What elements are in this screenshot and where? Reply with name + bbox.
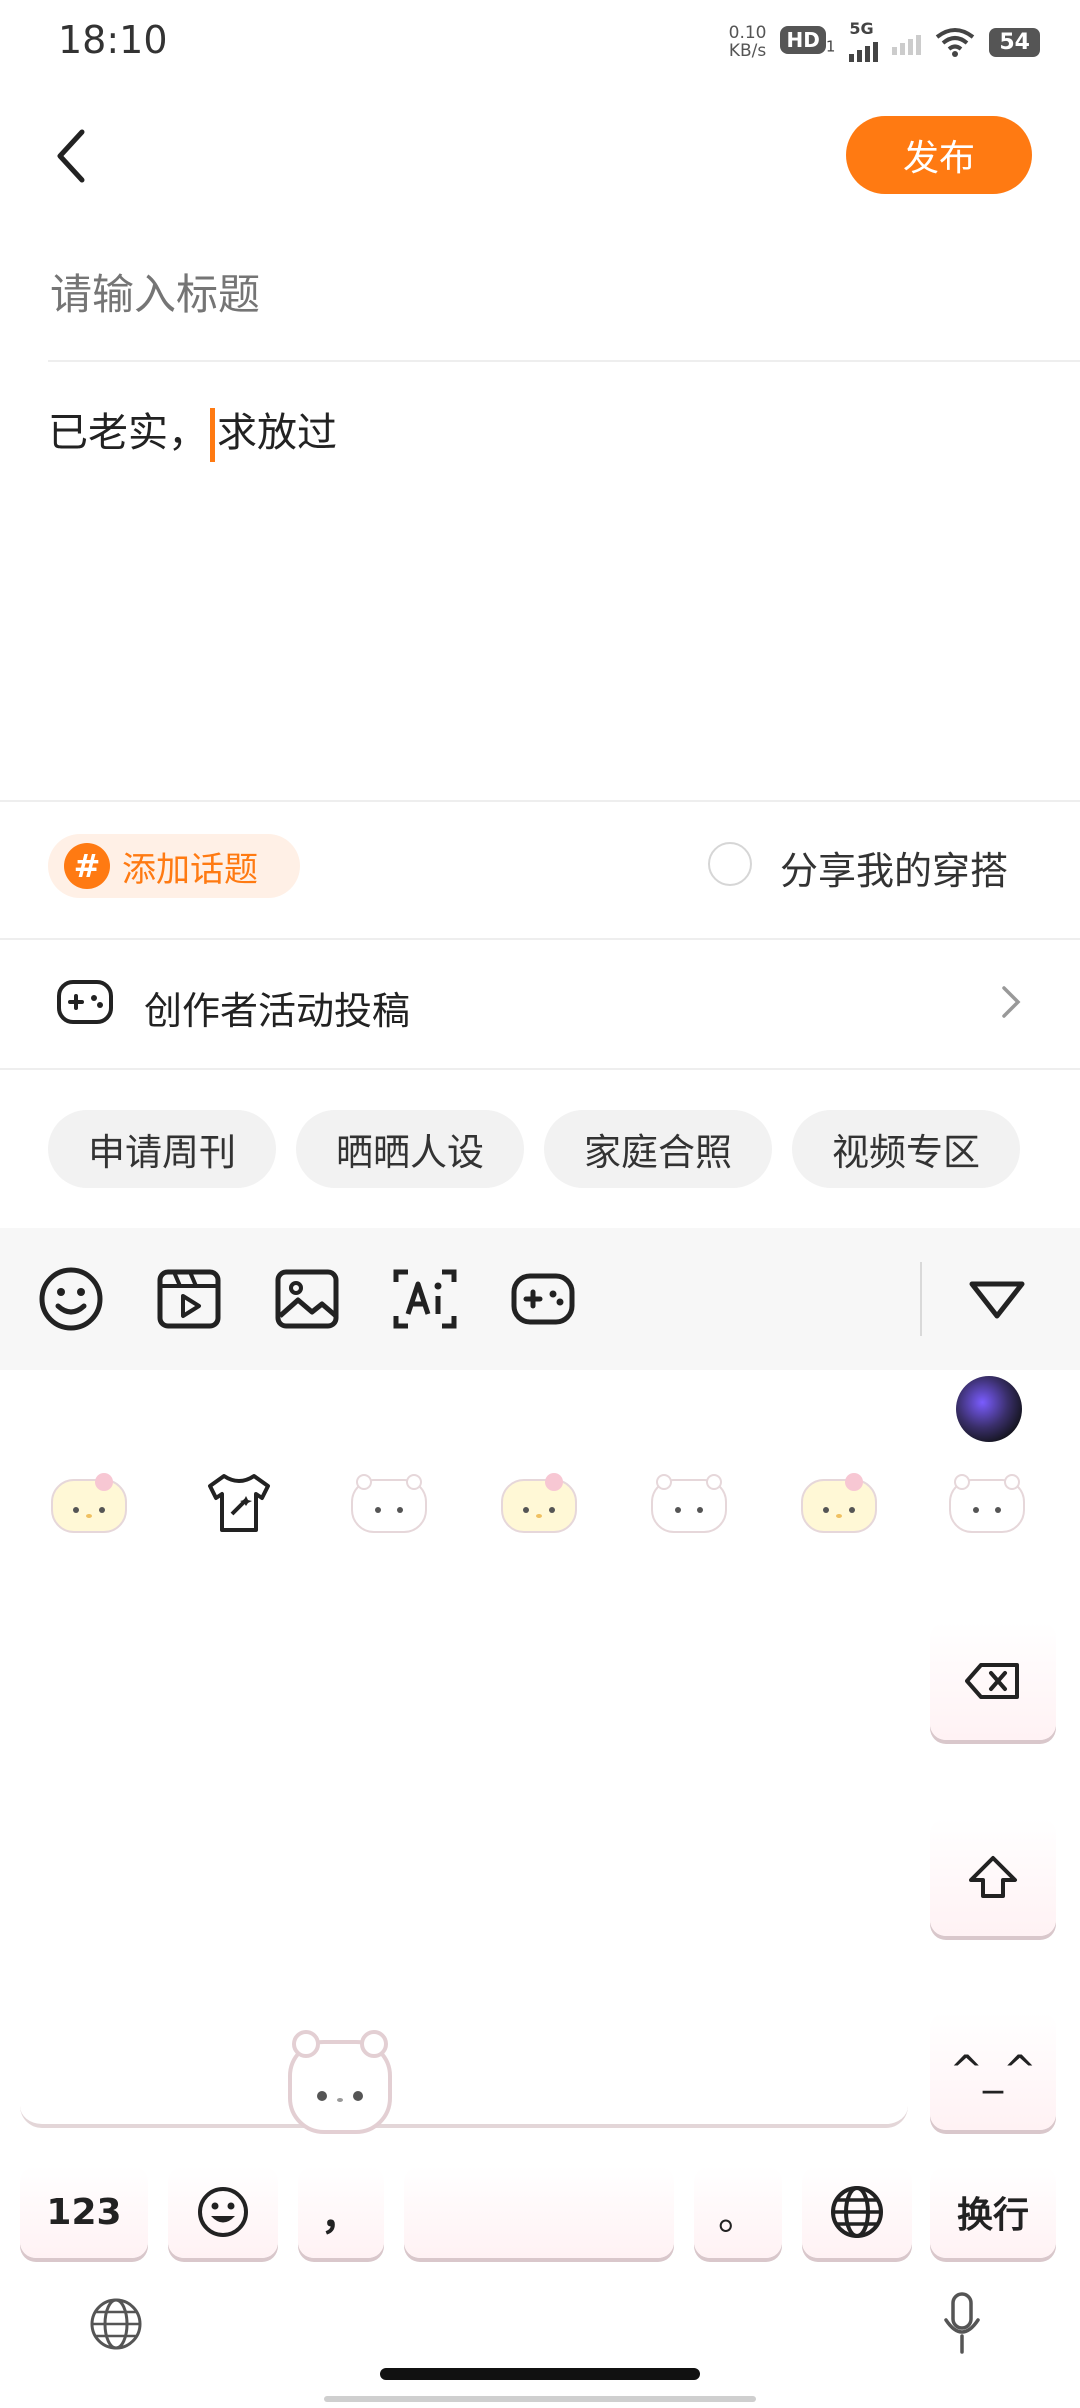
- net-speed: 0.10 KB/s: [728, 23, 767, 61]
- chevron-right-icon[interactable]: [1000, 984, 1022, 1020]
- voice-assistant-icon[interactable]: [956, 1376, 1022, 1442]
- divider: [0, 938, 1080, 940]
- language-key[interactable]: [802, 2166, 912, 2258]
- divider: [0, 1068, 1080, 1070]
- status-time: 18:10: [58, 18, 168, 62]
- status-icons: 0.10 KB/s HD 1 5G 54: [728, 21, 1040, 62]
- gamepad-icon: [57, 980, 113, 1024]
- globe-switch-icon[interactable]: [88, 2296, 144, 2352]
- bear-sticker-icon[interactable]: [946, 1470, 1028, 1536]
- emoji-key[interactable]: [168, 2166, 278, 2258]
- gamepad-icon[interactable]: [510, 1266, 576, 1332]
- back-icon[interactable]: [52, 128, 92, 184]
- body-text-before: 已老实，: [48, 410, 208, 456]
- signal-weak-icon: [892, 29, 922, 55]
- shift-icon: [969, 1856, 1017, 1898]
- shift-key[interactable]: [930, 1818, 1056, 1936]
- bear-mascot-icon: [288, 2030, 392, 2134]
- backspace-icon: [965, 1663, 1019, 1699]
- globe-icon: [831, 2186, 883, 2238]
- nav-gesture-bar: [324, 2396, 756, 2402]
- emoji-icon: [198, 2187, 248, 2237]
- topic-chip[interactable]: 申请周刊: [48, 1110, 276, 1188]
- share-outfit-radio[interactable]: [708, 842, 752, 886]
- emoji-icon[interactable]: [38, 1266, 104, 1332]
- signal-5g-icon: 5G: [849, 21, 879, 62]
- title-divider: [48, 360, 1080, 362]
- topic-chip[interactable]: 晒晒人设: [296, 1110, 524, 1188]
- collapse-keyboard-icon[interactable]: [964, 1266, 1030, 1332]
- add-topic-label: 添加话题: [122, 849, 258, 890]
- topic-chip[interactable]: 家庭合照: [544, 1110, 772, 1188]
- backspace-key[interactable]: [930, 1622, 1056, 1740]
- topic-chip[interactable]: 视频专区: [792, 1110, 1020, 1188]
- text-cursor: [210, 408, 215, 462]
- image-icon[interactable]: [274, 1266, 340, 1332]
- ai-text-icon[interactable]: [392, 1266, 458, 1332]
- divider: [0, 800, 1080, 802]
- battery-icon: 54: [989, 27, 1040, 57]
- add-topic-button[interactable]: # 添加话题: [48, 834, 300, 898]
- handwriting-panel[interactable]: [20, 1400, 908, 2128]
- period-key[interactable]: 。: [694, 2166, 782, 2258]
- publish-button[interactable]: 发布: [846, 116, 1032, 194]
- space-key[interactable]: [404, 2166, 674, 2258]
- share-outfit-label[interactable]: 分享我的穿搭: [780, 840, 1008, 895]
- home-indicator[interactable]: [380, 2368, 700, 2380]
- microphone-icon[interactable]: [942, 2292, 982, 2356]
- enter-key[interactable]: 换行: [930, 2166, 1056, 2258]
- body-text-after: 求放过: [217, 410, 337, 456]
- hd-icon: HD 1: [780, 26, 835, 56]
- comma-key[interactable]: ，: [298, 2166, 384, 2258]
- toolbar-separator: [920, 1262, 922, 1336]
- wifi-icon: [936, 28, 975, 57]
- creator-activity-link[interactable]: 创作者活动投稿: [144, 980, 410, 1035]
- body-textarea[interactable]: 已老实， 求放过: [48, 400, 337, 462]
- video-icon[interactable]: [156, 1266, 222, 1332]
- topic-chips: 申请周刊 晒晒人设 家庭合照 视频专区: [48, 1110, 1030, 1188]
- kaomoji-key[interactable]: ^_^: [930, 2012, 1056, 2130]
- hashtag-icon: #: [64, 843, 110, 889]
- title-input[interactable]: [48, 262, 1032, 328]
- numbers-key[interactable]: 123: [20, 2166, 148, 2258]
